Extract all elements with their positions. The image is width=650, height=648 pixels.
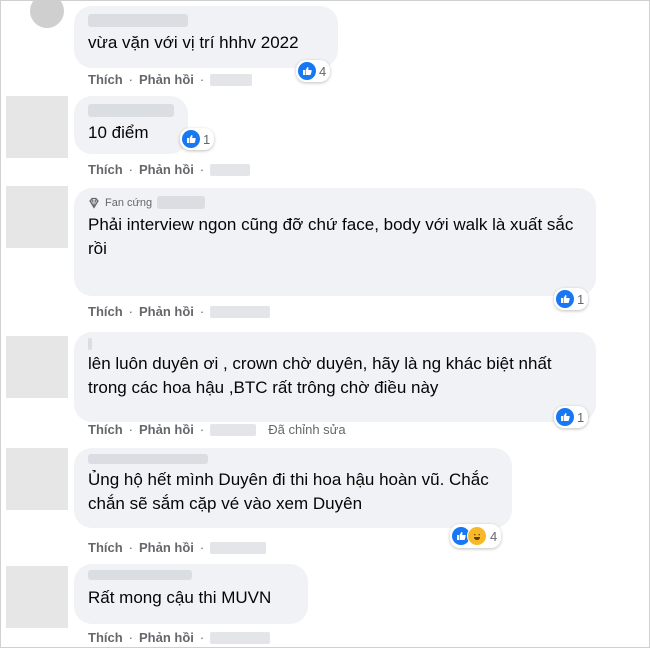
separator: · bbox=[199, 72, 205, 87]
edited-label: Đã chỉnh sửa bbox=[268, 422, 346, 437]
comment-actions: Thích · Phản hồi · bbox=[88, 540, 267, 555]
reply-button[interactable]: Phản hồi bbox=[139, 162, 194, 177]
like-icon bbox=[556, 408, 574, 426]
avatar[interactable] bbox=[6, 96, 68, 158]
separator: · bbox=[128, 162, 134, 177]
reaction-count: 1 bbox=[577, 291, 585, 307]
separator: · bbox=[128, 72, 134, 87]
reaction-summary[interactable]: 4 bbox=[296, 60, 331, 82]
separator: · bbox=[199, 304, 205, 319]
diamond-icon bbox=[89, 197, 99, 209]
separator: · bbox=[128, 540, 134, 555]
reply-button[interactable]: Phản hồi bbox=[139, 630, 194, 645]
badge-row: Fan cứng bbox=[88, 196, 582, 209]
separator: · bbox=[128, 422, 134, 437]
comment-actions: Thích · Phản hồi · bbox=[88, 304, 271, 319]
comment-text: Ủng hộ hết mình Duyên đi thi hoa hậu hoà… bbox=[88, 470, 489, 513]
timestamp[interactable] bbox=[210, 631, 271, 644]
comment-actions: Thích · Phản hồi · Đã chỉnh sửa bbox=[88, 422, 346, 437]
separator: · bbox=[199, 162, 205, 177]
timestamp[interactable] bbox=[210, 73, 253, 86]
separator: · bbox=[199, 422, 205, 437]
avatar[interactable] bbox=[6, 336, 68, 398]
commenter-name[interactable] bbox=[88, 14, 188, 27]
avatar[interactable] bbox=[6, 448, 68, 510]
like-button[interactable]: Thích bbox=[88, 72, 123, 87]
comment-text: Phải interview ngon cũng đỡ chứ face, bo… bbox=[88, 215, 574, 258]
like-icon bbox=[182, 130, 200, 148]
comment-bubble: lên luôn duyên ơi , crown chờ duyên, hãy… bbox=[74, 332, 596, 422]
reaction-count: 4 bbox=[490, 528, 498, 544]
timestamp[interactable] bbox=[210, 541, 267, 554]
separator: · bbox=[199, 630, 205, 645]
haha-icon bbox=[467, 526, 487, 546]
commenter-name[interactable] bbox=[157, 196, 206, 209]
comment-bubble: vừa vặn với vị trí hhhv 2022 bbox=[74, 6, 338, 68]
comment-bubble: Ủng hộ hết mình Duyên đi thi hoa hậu hoà… bbox=[74, 448, 512, 528]
reaction-summary[interactable]: 1 bbox=[180, 128, 215, 150]
timestamp[interactable] bbox=[210, 423, 257, 436]
reaction-count: 1 bbox=[577, 409, 585, 425]
comment-text: lên luôn duyên ơi , crown chờ duyên, hãy… bbox=[88, 354, 552, 397]
commenter-name[interactable] bbox=[88, 104, 174, 117]
comment-text: 10 điểm bbox=[88, 123, 149, 142]
avatar[interactable] bbox=[6, 186, 68, 248]
reply-button[interactable]: Phản hồi bbox=[139, 540, 194, 555]
like-button[interactable]: Thích bbox=[88, 162, 123, 177]
reaction-summary[interactable]: 1 bbox=[554, 406, 589, 428]
separator: · bbox=[128, 630, 134, 645]
separator: · bbox=[128, 304, 134, 319]
comment-text: Rất mong cậu thi MUVN bbox=[88, 588, 272, 607]
fan-badge: Fan cứng bbox=[105, 196, 153, 209]
comment-bubble: Rất mong cậu thi MUVN bbox=[74, 564, 308, 624]
timestamp[interactable] bbox=[210, 163, 251, 176]
reaction-count: 1 bbox=[203, 131, 211, 147]
reply-button[interactable]: Phản hồi bbox=[139, 422, 194, 437]
comment-bubble: 10 điểm bbox=[74, 96, 188, 154]
comment-bubble: Fan cứng Phải interview ngon cũng đỡ chứ… bbox=[74, 188, 596, 296]
comment-actions: Thích · Phản hồi · bbox=[88, 162, 251, 177]
like-button[interactable]: Thích bbox=[88, 422, 123, 437]
reaction-summary[interactable]: 1 bbox=[554, 288, 589, 310]
reply-button[interactable]: Phản hồi bbox=[139, 304, 194, 319]
commenter-name[interactable] bbox=[88, 454, 208, 464]
commenter-name[interactable] bbox=[88, 338, 92, 350]
timestamp[interactable] bbox=[210, 305, 271, 318]
like-button[interactable]: Thích bbox=[88, 630, 123, 645]
like-icon bbox=[556, 290, 574, 308]
separator: · bbox=[199, 540, 205, 555]
comment-actions: Thích · Phản hồi · bbox=[88, 72, 253, 87]
comment-actions: Thích · Phản hồi · bbox=[88, 630, 271, 645]
like-button[interactable]: Thích bbox=[88, 304, 123, 319]
reply-button[interactable]: Phản hồi bbox=[139, 72, 194, 87]
comment-text: vừa vặn với vị trí hhhv 2022 bbox=[88, 33, 299, 52]
like-icon bbox=[298, 62, 316, 80]
like-button[interactable]: Thích bbox=[88, 540, 123, 555]
reaction-count: 4 bbox=[319, 63, 327, 79]
reaction-summary[interactable]: 4 bbox=[450, 524, 502, 548]
commenter-name[interactable] bbox=[88, 570, 192, 580]
avatar[interactable] bbox=[6, 566, 68, 628]
